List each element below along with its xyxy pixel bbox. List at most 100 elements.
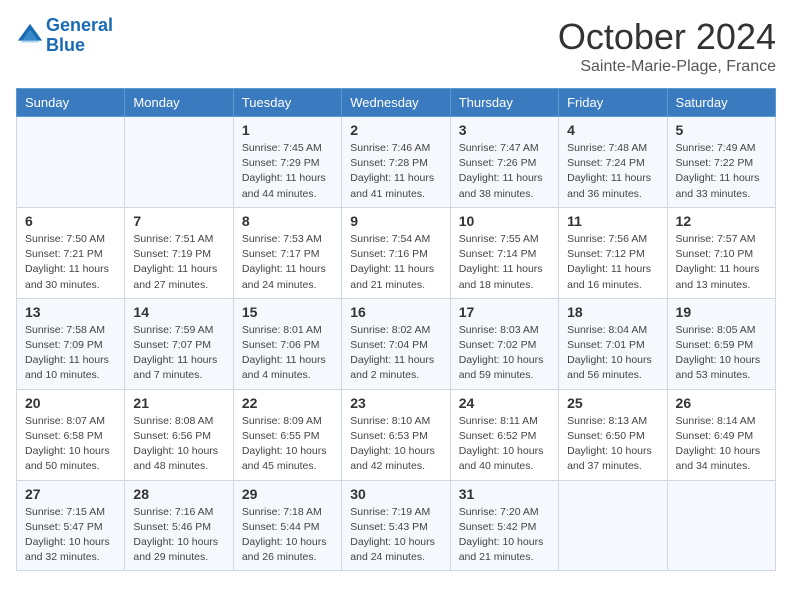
calendar-cell: 20 Sunrise: 8:07 AM Sunset: 6:58 PM Dayli… bbox=[17, 389, 125, 480]
day-number: 5 bbox=[676, 122, 767, 138]
day-number: 6 bbox=[25, 213, 116, 229]
calendar-cell: 16 Sunrise: 8:02 AM Sunset: 7:04 PM Dayli… bbox=[342, 298, 450, 389]
calendar-week-row: 1 Sunrise: 7:45 AM Sunset: 7:29 PM Daylig… bbox=[17, 117, 776, 208]
calendar-cell: 11 Sunrise: 7:56 AM Sunset: 7:12 PM Dayli… bbox=[559, 207, 667, 298]
day-info: Sunrise: 7:18 AM Sunset: 5:44 PM Dayligh… bbox=[242, 505, 333, 566]
calendar-cell: 6Sunrise: 7:50 AM Sunset: 7:21 PM Daylig… bbox=[17, 207, 125, 298]
day-number: 4 bbox=[567, 122, 658, 138]
day-info: Sunrise: 7:16 AM Sunset: 5:46 PM Dayligh… bbox=[133, 505, 224, 566]
location-title: Sainte-Marie-Plage, France bbox=[558, 58, 776, 76]
day-number: 3 bbox=[459, 122, 550, 138]
day-number: 9 bbox=[350, 213, 441, 229]
logo-line2: Blue bbox=[46, 35, 85, 55]
calendar-week-row: 20 Sunrise: 8:07 AM Sunset: 6:58 PM Dayli… bbox=[17, 389, 776, 480]
calendar-cell: 29 Sunrise: 7:18 AM Sunset: 5:44 PM Dayli… bbox=[233, 480, 341, 571]
day-of-week-header: Monday bbox=[125, 89, 233, 117]
day-number: 31 bbox=[459, 486, 550, 502]
day-number: 15 bbox=[242, 304, 333, 320]
calendar-cell: 7Sunrise: 7:51 AM Sunset: 7:19 PM Daylig… bbox=[125, 207, 233, 298]
day-info: Sunrise: 7:49 AM Sunset: 7:22 PM Dayligh… bbox=[676, 141, 767, 202]
day-info: Sunrise: 7:45 AM Sunset: 7:29 PM Dayligh… bbox=[242, 141, 333, 202]
calendar-cell: 19Sunrise: 8:05 AM Sunset: 6:59 PM Dayli… bbox=[667, 298, 775, 389]
calendar-cell: 21 Sunrise: 8:08 AM Sunset: 6:56 PM Dayli… bbox=[125, 389, 233, 480]
day-info: Sunrise: 8:07 AM Sunset: 6:58 PM Dayligh… bbox=[25, 414, 116, 475]
calendar-cell: 15 Sunrise: 8:01 AM Sunset: 7:06 PM Dayli… bbox=[233, 298, 341, 389]
day-info: Sunrise: 7:59 AM Sunset: 7:07 PM Dayligh… bbox=[133, 323, 224, 384]
day-info: Sunrise: 8:03 AM Sunset: 7:02 PM Dayligh… bbox=[459, 323, 550, 384]
calendar-cell: 14 Sunrise: 7:59 AM Sunset: 7:07 PM Dayli… bbox=[125, 298, 233, 389]
day-info: Sunrise: 8:13 AM Sunset: 6:50 PM Dayligh… bbox=[567, 414, 658, 475]
day-number: 21 bbox=[133, 395, 224, 411]
day-info: Sunrise: 7:51 AM Sunset: 7:19 PM Dayligh… bbox=[133, 232, 224, 293]
logo-line1: General bbox=[46, 15, 113, 35]
logo: General Blue bbox=[16, 16, 113, 56]
page-header: General Blue October 2024 Sainte-Marie-P… bbox=[16, 16, 776, 76]
calendar-cell bbox=[17, 117, 125, 208]
day-number: 2 bbox=[350, 122, 441, 138]
calendar-cell bbox=[667, 480, 775, 571]
day-number: 20 bbox=[25, 395, 116, 411]
day-of-week-header: Saturday bbox=[667, 89, 775, 117]
day-number: 25 bbox=[567, 395, 658, 411]
day-number: 16 bbox=[350, 304, 441, 320]
calendar-cell: 30 Sunrise: 7:19 AM Sunset: 5:43 PM Dayli… bbox=[342, 480, 450, 571]
day-info: Sunrise: 7:48 AM Sunset: 7:24 PM Dayligh… bbox=[567, 141, 658, 202]
calendar-cell: 22 Sunrise: 8:09 AM Sunset: 6:55 PM Dayli… bbox=[233, 389, 341, 480]
day-info: Sunrise: 8:01 AM Sunset: 7:06 PM Dayligh… bbox=[242, 323, 333, 384]
day-info: Sunrise: 7:19 AM Sunset: 5:43 PM Dayligh… bbox=[350, 505, 441, 566]
day-number: 12 bbox=[676, 213, 767, 229]
calendar-cell: 24Sunrise: 8:11 AM Sunset: 6:52 PM Dayli… bbox=[450, 389, 558, 480]
calendar-cell: 23 Sunrise: 8:10 AM Sunset: 6:53 PM Dayli… bbox=[342, 389, 450, 480]
day-of-week-header: Friday bbox=[559, 89, 667, 117]
calendar-cell: 27Sunrise: 7:15 AM Sunset: 5:47 PM Dayli… bbox=[17, 480, 125, 571]
day-info: Sunrise: 8:04 AM Sunset: 7:01 PM Dayligh… bbox=[567, 323, 658, 384]
day-info: Sunrise: 7:58 AM Sunset: 7:09 PM Dayligh… bbox=[25, 323, 116, 384]
logo-icon bbox=[16, 22, 44, 50]
calendar-cell: 4 Sunrise: 7:48 AM Sunset: 7:24 PM Daylig… bbox=[559, 117, 667, 208]
calendar-cell: 28 Sunrise: 7:16 AM Sunset: 5:46 PM Dayli… bbox=[125, 480, 233, 571]
calendar-cell: 26 Sunrise: 8:14 AM Sunset: 6:49 PM Dayli… bbox=[667, 389, 775, 480]
day-info: Sunrise: 7:56 AM Sunset: 7:12 PM Dayligh… bbox=[567, 232, 658, 293]
month-title: October 2024 bbox=[558, 16, 776, 58]
day-number: 14 bbox=[133, 304, 224, 320]
day-info: Sunrise: 8:05 AM Sunset: 6:59 PM Dayligh… bbox=[676, 323, 767, 384]
day-info: Sunrise: 8:14 AM Sunset: 6:49 PM Dayligh… bbox=[676, 414, 767, 475]
day-number: 30 bbox=[350, 486, 441, 502]
day-info: Sunrise: 8:02 AM Sunset: 7:04 PM Dayligh… bbox=[350, 323, 441, 384]
calendar-cell: 10 Sunrise: 7:55 AM Sunset: 7:14 PM Dayli… bbox=[450, 207, 558, 298]
day-info: Sunrise: 8:08 AM Sunset: 6:56 PM Dayligh… bbox=[133, 414, 224, 475]
day-of-week-header: Wednesday bbox=[342, 89, 450, 117]
day-info: Sunrise: 7:57 AM Sunset: 7:10 PM Dayligh… bbox=[676, 232, 767, 293]
day-number: 17 bbox=[459, 304, 550, 320]
logo-text: General Blue bbox=[46, 16, 113, 56]
day-info: Sunrise: 7:55 AM Sunset: 7:14 PM Dayligh… bbox=[459, 232, 550, 293]
calendar-cell bbox=[125, 117, 233, 208]
calendar-cell: 8Sunrise: 7:53 AM Sunset: 7:17 PM Daylig… bbox=[233, 207, 341, 298]
title-block: October 2024 Sainte-Marie-Plage, France bbox=[558, 16, 776, 76]
day-number: 8 bbox=[242, 213, 333, 229]
day-number: 23 bbox=[350, 395, 441, 411]
day-info: Sunrise: 7:46 AM Sunset: 7:28 PM Dayligh… bbox=[350, 141, 441, 202]
day-of-week-header: Sunday bbox=[17, 89, 125, 117]
day-number: 13 bbox=[25, 304, 116, 320]
day-number: 29 bbox=[242, 486, 333, 502]
calendar-cell: 17 Sunrise: 8:03 AM Sunset: 7:02 PM Dayli… bbox=[450, 298, 558, 389]
day-number: 27 bbox=[25, 486, 116, 502]
day-number: 10 bbox=[459, 213, 550, 229]
day-info: Sunrise: 8:09 AM Sunset: 6:55 PM Dayligh… bbox=[242, 414, 333, 475]
day-number: 11 bbox=[567, 213, 658, 229]
calendar-cell: 18Sunrise: 8:04 AM Sunset: 7:01 PM Dayli… bbox=[559, 298, 667, 389]
day-of-week-header: Thursday bbox=[450, 89, 558, 117]
calendar-cell: 5 Sunrise: 7:49 AM Sunset: 7:22 PM Daylig… bbox=[667, 117, 775, 208]
calendar-cell: 31 Sunrise: 7:20 AM Sunset: 5:42 PM Dayli… bbox=[450, 480, 558, 571]
calendar-cell: 12 Sunrise: 7:57 AM Sunset: 7:10 PM Dayli… bbox=[667, 207, 775, 298]
day-number: 22 bbox=[242, 395, 333, 411]
day-info: Sunrise: 7:47 AM Sunset: 7:26 PM Dayligh… bbox=[459, 141, 550, 202]
day-info: Sunrise: 8:10 AM Sunset: 6:53 PM Dayligh… bbox=[350, 414, 441, 475]
day-number: 28 bbox=[133, 486, 224, 502]
day-number: 26 bbox=[676, 395, 767, 411]
day-info: Sunrise: 7:54 AM Sunset: 7:16 PM Dayligh… bbox=[350, 232, 441, 293]
day-info: Sunrise: 7:20 AM Sunset: 5:42 PM Dayligh… bbox=[459, 505, 550, 566]
calendar-week-row: 6Sunrise: 7:50 AM Sunset: 7:21 PM Daylig… bbox=[17, 207, 776, 298]
day-number: 1 bbox=[242, 122, 333, 138]
